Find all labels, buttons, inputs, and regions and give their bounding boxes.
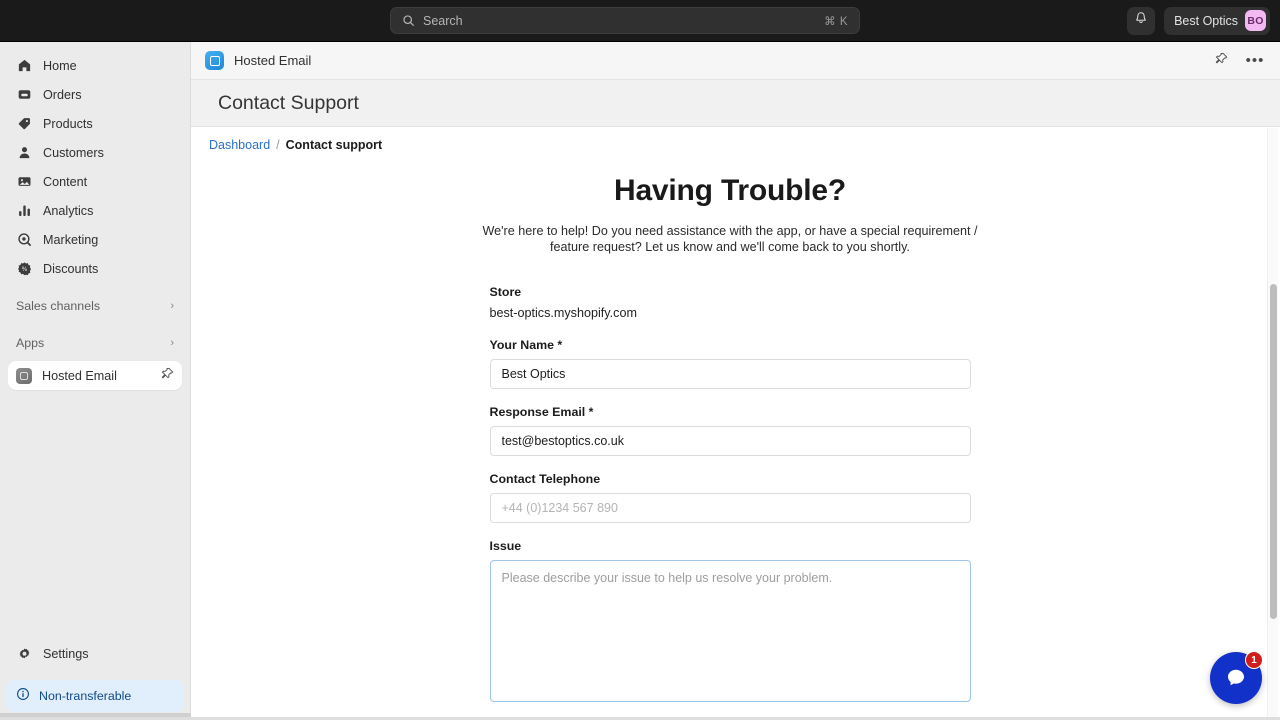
bar-chart-icon <box>16 203 32 219</box>
content-image-icon <box>16 174 32 190</box>
content-scrollbar[interactable] <box>1267 128 1278 719</box>
contact-support-form: Store best-optics.myshopify.com Your Nam… <box>489 285 971 720</box>
sidebar-item-marketing[interactable]: Marketing <box>8 225 182 254</box>
app-more-menu-button[interactable]: ••• <box>1244 50 1266 72</box>
avatar: BO <box>1245 10 1266 31</box>
hosted-email-app-icon-inner <box>20 371 28 380</box>
sidebar-item-label: Hosted Email <box>42 368 117 383</box>
more-horizontal-icon: ••• <box>1245 51 1265 69</box>
sidebar-item-label: Content <box>43 174 88 189</box>
person-icon <box>16 145 32 161</box>
top-bar-actions: Best Optics BO <box>1127 0 1270 41</box>
pin-icon <box>1215 52 1228 70</box>
sidebar-item-label: Products <box>43 116 93 131</box>
sidebar-item-label: Discounts <box>43 261 99 276</box>
home-icon <box>16 58 32 74</box>
sidebar-section-label: Sales channels <box>16 299 101 313</box>
user-menu-button[interactable]: Best Optics BO <box>1164 6 1270 35</box>
sidebar-bottom: Settings Non-transferable <box>0 639 190 720</box>
megaphone-target-icon <box>16 232 32 248</box>
sidebar: Home Orders Products Customers Content A… <box>0 42 191 720</box>
sidebar-section-apps[interactable]: Apps › <box>8 329 182 357</box>
sidebar-item-label: Customers <box>43 145 104 160</box>
page-title-strip: Contact Support <box>191 80 1280 127</box>
sidebar-item-label: Analytics <box>43 203 94 218</box>
sidebar-scrollbar[interactable] <box>0 713 191 717</box>
telephone-field: Contact Telephone <box>489 472 971 523</box>
pin-app-button[interactable] <box>1210 50 1232 72</box>
gear-icon <box>16 646 32 662</box>
store-field: Store best-optics.myshopify.com <box>490 285 971 320</box>
issue-field: Issue <box>489 539 971 707</box>
pin-icon[interactable] <box>161 367 174 385</box>
email-label: Response Email * <box>489 405 594 419</box>
breadcrumb-separator: / <box>276 138 280 152</box>
chat-unread-badge: 1 <box>1245 651 1263 669</box>
chevron-right-icon: › <box>170 300 174 312</box>
hero-body-text: We're here to help! Do you need assistan… <box>482 224 978 254</box>
sidebar-item-home[interactable]: Home <box>8 51 182 80</box>
breadcrumb-current: Contact support <box>285 138 383 152</box>
global-search-bar[interactable]: Search ⌘ K <box>390 7 860 34</box>
search-placeholder: Search <box>423 13 463 28</box>
store-label: Store <box>489 285 522 299</box>
hero-heading: Having Trouble? <box>613 174 847 207</box>
breadcrumb-dashboard-link[interactable]: Dashboard <box>209 138 270 152</box>
product-tag-icon <box>16 116 32 132</box>
chevron-right-icon: › <box>170 337 174 349</box>
hosted-email-app-icon <box>205 51 224 70</box>
page-content-inner: Dashboard / Contact support Having Troub… <box>191 127 1269 720</box>
sidebar-item-orders[interactable]: Orders <box>8 80 182 109</box>
issue-textarea[interactable] <box>489 560 971 702</box>
sidebar-item-label: Settings <box>43 646 89 661</box>
breadcrumb: Dashboard / Contact support <box>191 127 1269 152</box>
bell-icon <box>1134 11 1148 30</box>
sidebar-nav-list: Home Orders Products Customers Content A… <box>0 42 190 283</box>
email-input[interactable] <box>489 426 971 456</box>
search-icon <box>400 13 416 29</box>
sidebar-item-customers[interactable]: Customers <box>8 138 182 167</box>
sidebar-item-products[interactable]: Products <box>8 109 182 138</box>
store-value: best-optics.myshopify.com <box>489 306 637 320</box>
user-name-label: Best Optics <box>1174 13 1238 28</box>
sidebar-section-label: Apps <box>16 336 45 350</box>
svg-text:%: % <box>21 266 27 273</box>
page-content: Dashboard / Contact support Having Troub… <box>191 127 1280 720</box>
hosted-email-app-icon-inner <box>209 55 220 66</box>
name-input[interactable] <box>489 359 971 389</box>
top-bar: Search ⌘ K Best Optics BO <box>0 0 1280 42</box>
name-label: Your Name * <box>489 338 563 352</box>
sidebar-item-discounts[interactable]: % Discounts <box>8 254 182 283</box>
sidebar-item-label: Marketing <box>43 232 99 247</box>
sidebar-section-sales-channels[interactable]: Sales channels › <box>8 292 182 320</box>
telephone-input[interactable] <box>489 493 971 523</box>
sidebar-item-label: Orders <box>43 87 82 102</box>
hero-section: Having Trouble? We're here to help! Do y… <box>191 174 1269 255</box>
search-shortcut-hint: ⌘ K <box>824 15 848 28</box>
name-field: Your Name * <box>489 338 971 389</box>
sidebar-item-settings[interactable]: Settings <box>8 639 182 668</box>
notifications-button[interactable] <box>1127 6 1156 35</box>
app-frame-title: Hosted Email <box>234 53 312 68</box>
non-transferable-notice[interactable]: Non-transferable <box>6 680 184 712</box>
sidebar-item-label: Home <box>43 58 77 73</box>
telephone-label: Contact Telephone <box>489 472 601 486</box>
info-circle-icon <box>16 687 30 706</box>
non-transferable-label: Non-transferable <box>39 689 132 703</box>
orders-inbox-icon <box>16 87 32 103</box>
sidebar-item-analytics[interactable]: Analytics <box>8 196 182 225</box>
sidebar-item-hosted-email[interactable]: Hosted Email <box>8 361 182 390</box>
discount-burst-icon: % <box>16 261 32 277</box>
content-scrollbar-thumb[interactable] <box>1270 284 1277 619</box>
email-field: Response Email * <box>489 405 971 456</box>
sidebar-item-content[interactable]: Content <box>8 167 182 196</box>
hosted-email-app-icon <box>16 367 32 384</box>
app-frame-actions: ••• <box>1210 50 1266 72</box>
issue-label: Issue <box>489 539 522 553</box>
app-frame-header: Hosted Email ••• <box>191 42 1280 80</box>
chat-widget-button[interactable]: 1 <box>1210 651 1263 704</box>
page-title: Contact Support <box>218 91 359 114</box>
top-bar-left-spacer <box>0 0 390 41</box>
